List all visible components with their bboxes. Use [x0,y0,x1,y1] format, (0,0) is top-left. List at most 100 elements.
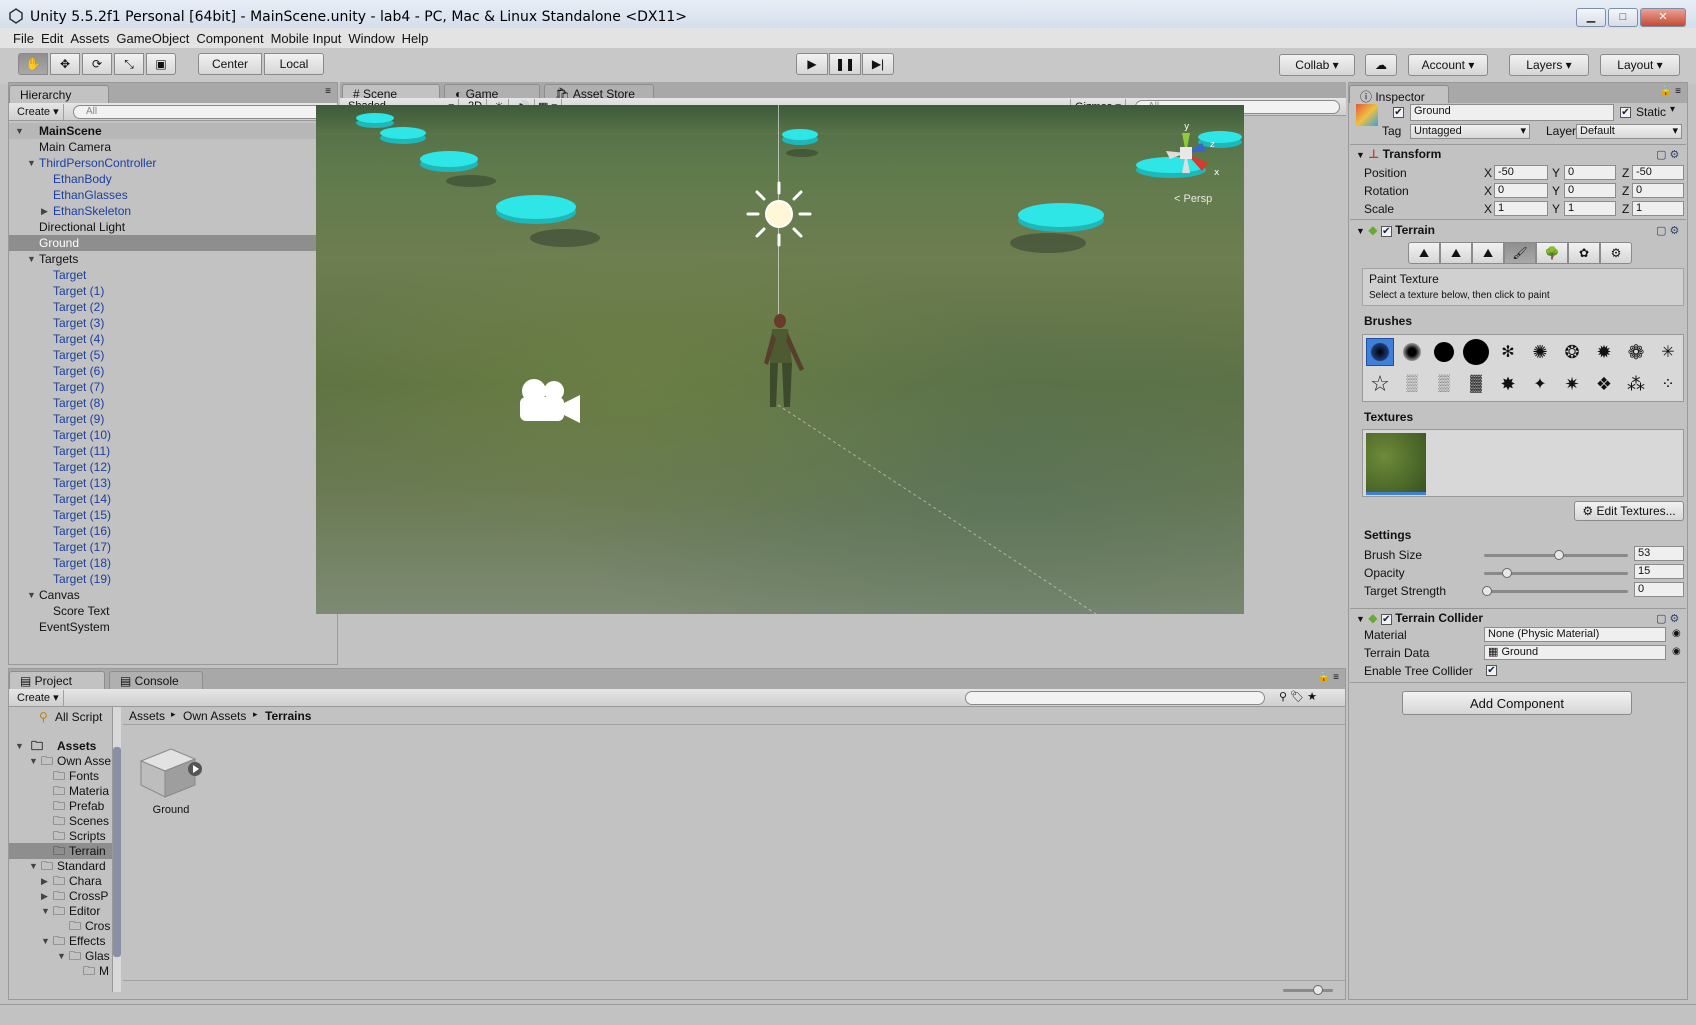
rotation-y-field[interactable]: 0 [1564,183,1616,198]
brush-swatch[interactable]: ❁ [1622,338,1650,366]
hier-item-target-10[interactable]: Target (10) [9,427,337,443]
collab-dropdown[interactable]: Collab ▾ [1279,54,1355,76]
hier-item-target-13[interactable]: Target (13) [9,475,337,491]
brush-swatch[interactable]: ▒ [1398,370,1426,398]
object-name-field[interactable]: Ground [1410,104,1614,121]
folder-terrains[interactable]: 🗀 Terrain [9,843,121,859]
static-dropdown-icon[interactable]: ▾ [1670,104,1675,115]
brush-swatch[interactable]: ❖ [1590,370,1618,398]
scene-row[interactable]: ▼ MainScene [9,123,337,139]
brush-swatch[interactable]: ✺ [1526,338,1554,366]
hier-item-ethanbody[interactable]: EthanBody [9,171,337,187]
menu-help[interactable]: Help [402,31,436,46]
hierarchy-search-input[interactable]: All [73,105,333,119]
target-strength-slider[interactable] [1482,586,1628,596]
brush-swatch[interactable]: ✸ [1494,370,1522,398]
crumb-terrains[interactable]: Terrains [265,709,311,723]
hier-item-target-3[interactable]: Target (3) [9,315,337,331]
folder-cross[interactable]: 🗀 Cros [9,918,121,934]
position-y-field[interactable]: 0 [1564,165,1616,180]
slider-knob[interactable] [1482,586,1492,596]
hier-item-ethanskeleton[interactable]: ▶ EthanSkeleton [9,203,337,219]
hier-item-target-8[interactable]: Target (8) [9,395,337,411]
rotation-z-field[interactable]: 0 [1632,183,1684,198]
maximize-button[interactable]: □ [1608,8,1638,27]
move-tool-icon[interactable]: ✥ [50,53,80,75]
brush-swatch[interactable]: ✹ [1590,338,1618,366]
menu-component[interactable]: Component [196,31,270,46]
tab-project[interactable]: ▤ Project [9,671,105,689]
brush-swatch[interactable]: ☆ [1366,370,1394,398]
menu-assets[interactable]: Assets [70,31,116,46]
hier-item-target-2[interactable]: Target (2) [9,299,337,315]
panel-menu-icon[interactable]: ≡ [325,86,331,97]
hier-item-ethanglasses[interactable]: EthanGlasses [9,187,337,203]
pause-button[interactable]: ❚❚ [829,53,861,75]
object-picker-icon[interactable]: ◉ [1672,646,1681,657]
tree-collider-checkbox[interactable]: ✔ [1486,665,1497,676]
minimize-button[interactable]: ▁ [1576,8,1606,27]
add-component-button[interactable]: Add Component [1402,691,1632,715]
hier-item-target-17[interactable]: Target (17) [9,539,337,555]
folder-glass[interactable]: ▼ 🗀 Glas [9,948,121,964]
pivot-local-button[interactable]: Local [264,53,324,75]
folder-materials[interactable]: 🗀 Materia [9,783,121,799]
hand-tool-icon[interactable]: ✋ [18,53,48,75]
brush-swatch[interactable]: ⁂ [1622,370,1650,398]
object-picker-icon[interactable]: ◉ [1672,628,1681,639]
tab-hierarchy[interactable]: Hierarchy [9,85,109,103]
camera-gizmo-icon[interactable] [516,375,588,429]
hier-item-target-11[interactable]: Target (11) [9,443,337,459]
hier-item-canvas[interactable]: ▼ Canvas [9,587,337,603]
menu-mobile-input[interactable]: Mobile Input [271,31,349,46]
hier-item-eventsystem[interactable]: EventSystem [9,619,337,635]
directional-light-icon[interactable] [744,179,814,249]
scale-y-field[interactable]: 1 [1564,201,1616,216]
brush-swatch[interactable]: ❂ [1558,338,1586,366]
hier-item-target-19[interactable]: Target (19) [9,571,337,587]
play-button[interactable]: ▶ [796,53,828,75]
scale-x-field[interactable]: 1 [1494,201,1548,216]
layout-dropdown[interactable]: Layout ▾ [1600,54,1680,76]
account-dropdown[interactable]: Account ▾ [1408,54,1488,76]
folder-fonts[interactable]: 🗀 Fonts [9,768,121,784]
help-icon[interactable]: ▢ ⚙ [1656,148,1679,161]
brush-swatch[interactable]: ✦ [1526,370,1554,398]
hier-item-target-14[interactable]: Target (14) [9,491,337,507]
pivot-center-button[interactable]: Center [198,53,262,75]
brush-swatch[interactable] [1462,338,1490,366]
step-button[interactable]: ▶| [862,53,894,75]
close-button[interactable]: ✕ [1640,8,1686,27]
target-strength-field[interactable]: 0 [1634,582,1684,597]
filter-icons[interactable]: ⚲ 🏷 ★ [1279,690,1317,703]
edit-textures-button[interactable]: ⚙ Edit Textures... [1574,501,1684,521]
paint-texture-icon[interactable]: 🖌 [1504,242,1536,264]
folder-assets[interactable]: ▼ 🗀 Assets [9,738,121,754]
place-trees-icon[interactable]: 🌳 [1536,242,1568,264]
terrain-data-field[interactable]: ▦ Ground [1484,645,1666,660]
persp-label[interactable]: < Persp [1174,193,1212,205]
menu-file[interactable]: File [13,31,41,46]
paint-height-icon[interactable]: ⛰ [1440,242,1472,264]
terrain-header[interactable]: ▼ ◆ ✔ Terrain [1356,223,1666,241]
brush-swatch[interactable]: ▓ [1462,370,1490,398]
active-checkbox[interactable]: ✔ [1393,107,1404,118]
asset-ground[interactable]: Ground [133,739,213,829]
hier-item-target-1[interactable]: Target (1) [9,283,337,299]
scene-viewport[interactable]: y z x < Persp [316,105,1244,614]
hierarchy-create-dropdown[interactable]: Create ▾ [13,104,64,120]
position-x-field[interactable]: -50 [1494,165,1548,180]
folder-m[interactable]: 🗀 M [9,963,121,979]
brush-swatch[interactable]: ✷ [1558,370,1586,398]
brush-swatch-selected[interactable] [1366,338,1394,366]
folder-scenes[interactable]: 🗀 Scenes [9,813,121,829]
menu-gameobject[interactable]: GameObject [116,31,196,46]
all-scripts-filter[interactable]: ⚲ All Script [9,709,121,725]
slider-knob[interactable] [1502,568,1512,578]
tab-console[interactable]: ▤ Console [109,671,203,689]
brush-swatch[interactable]: ✳ [1654,338,1682,366]
rotation-x-field[interactable]: 0 [1494,183,1548,198]
hier-item-target[interactable]: Target [9,267,337,283]
smooth-height-icon[interactable]: ⛰ [1472,242,1504,264]
rotate-tool-icon[interactable]: ⟳ [82,53,112,75]
